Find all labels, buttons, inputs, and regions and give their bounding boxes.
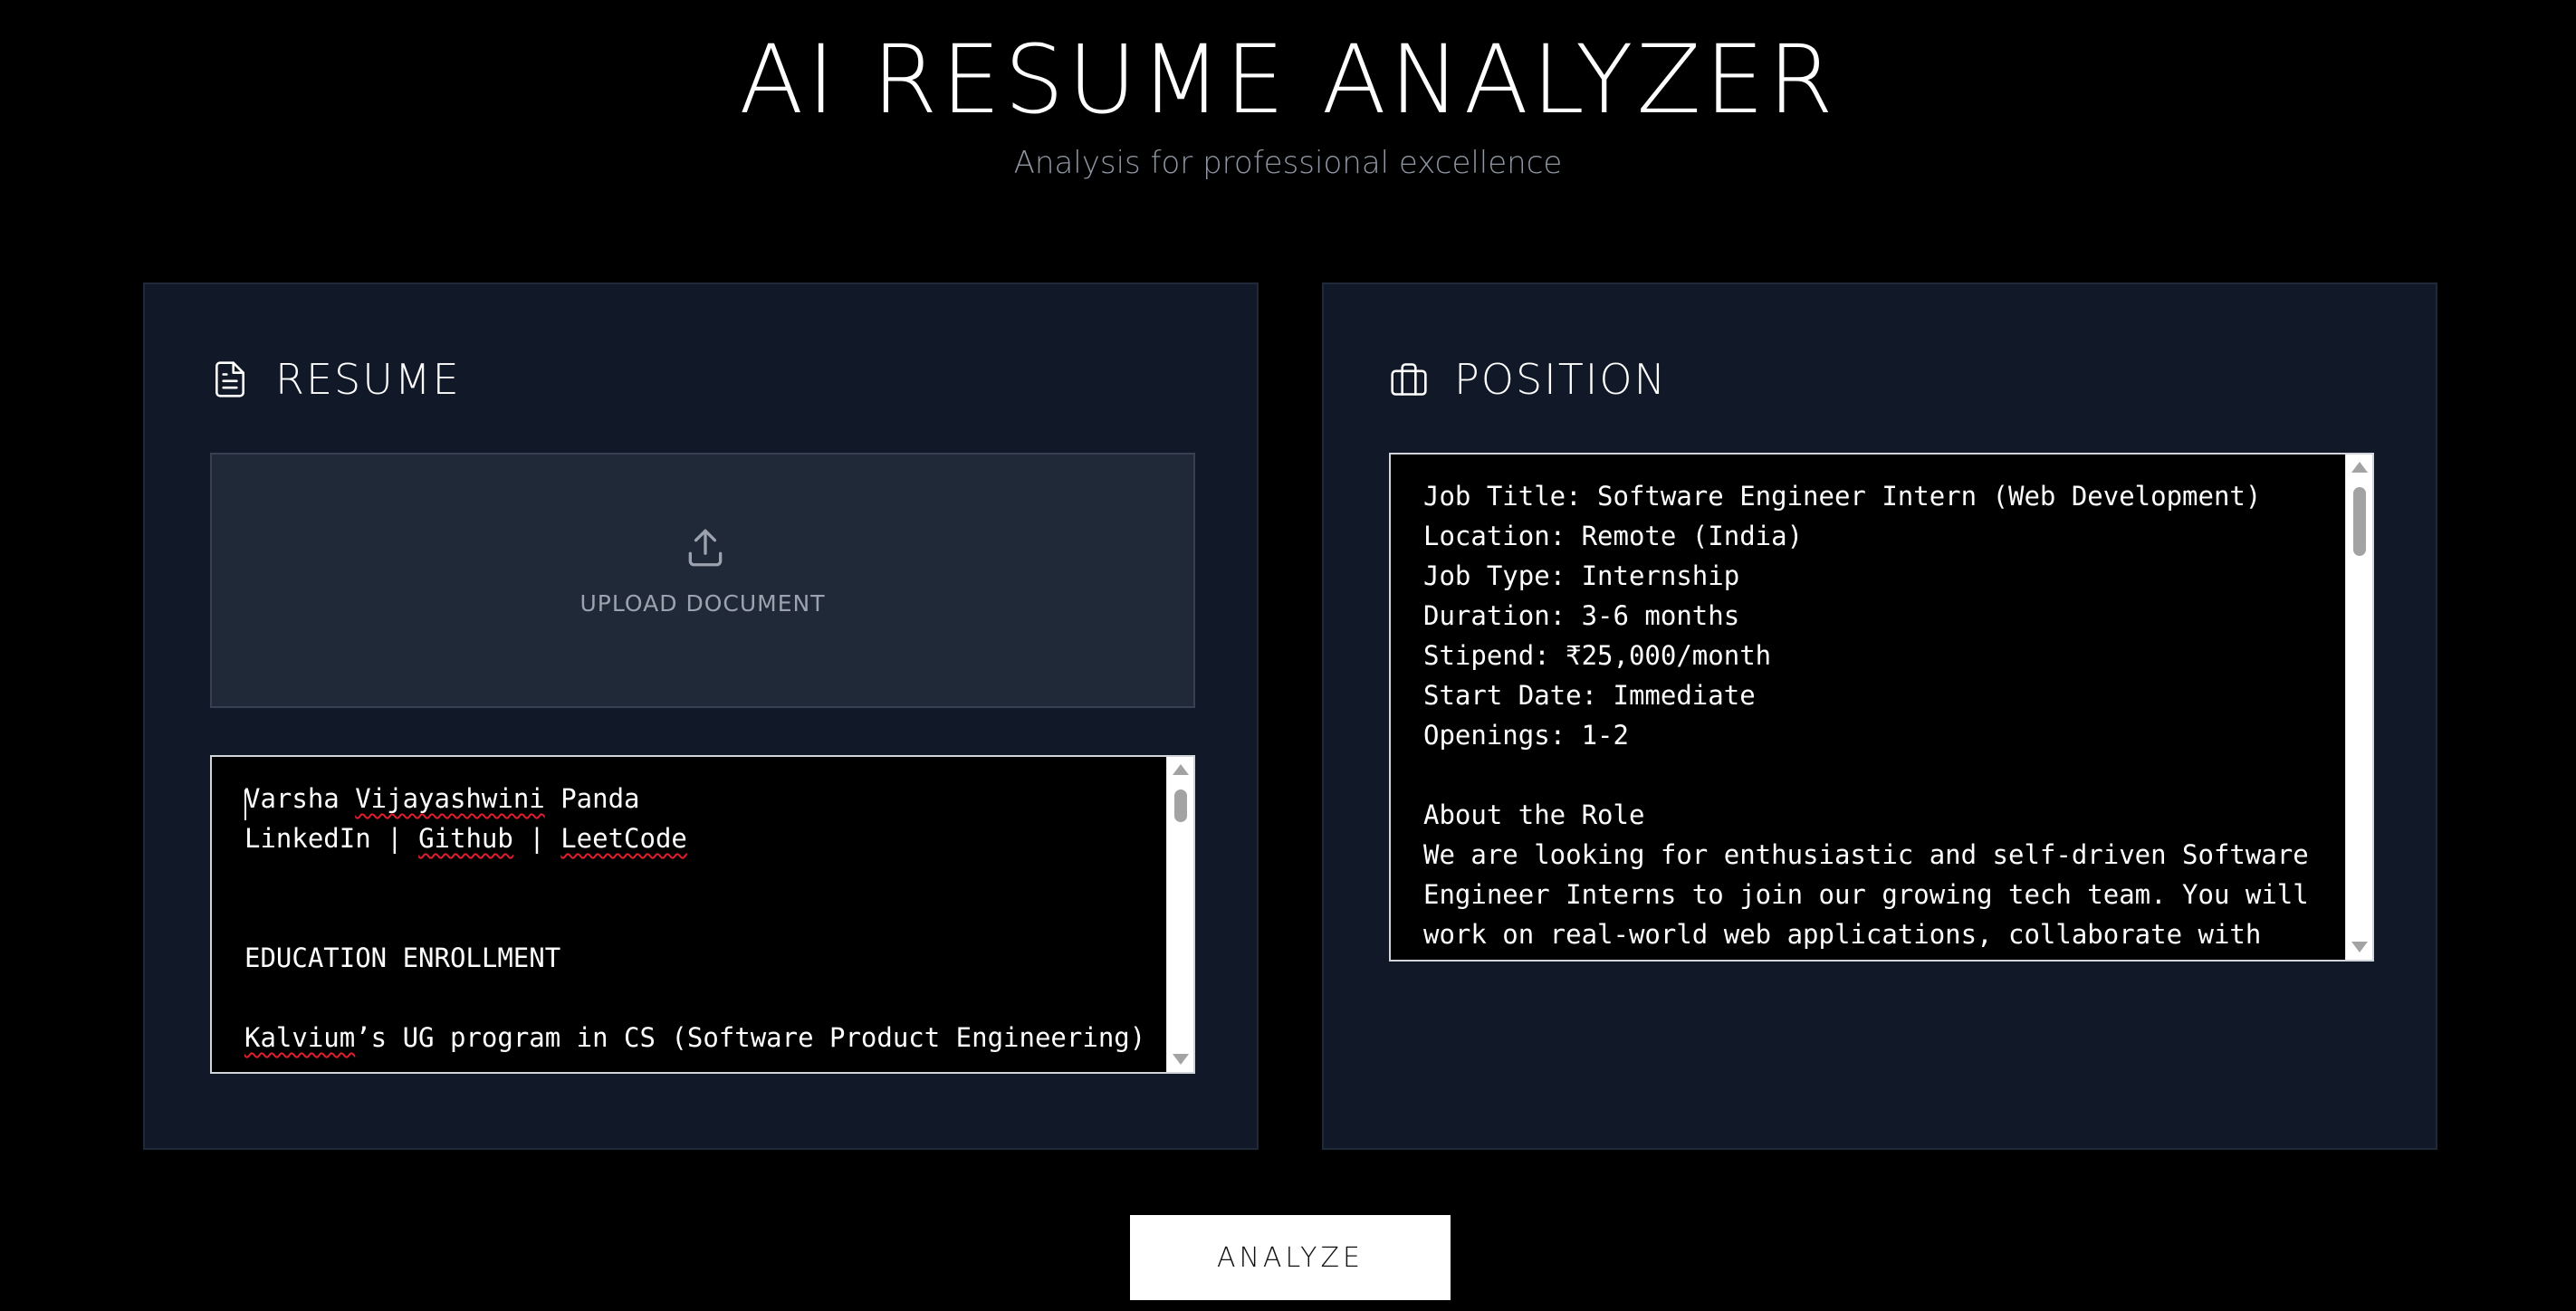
resume-text-segment: | <box>512 823 561 854</box>
scroll-thumb[interactable] <box>1174 789 1187 822</box>
resume-panel-title: RESUME <box>275 355 461 404</box>
resume-textarea[interactable]: Varsha Vijayashwini Panda LinkedIn | Gith… <box>210 755 1195 1074</box>
scroll-up-arrow-icon[interactable] <box>1173 764 1189 775</box>
job-description-line: Job Title: Software Engineer Intern (Web… <box>1423 481 2262 512</box>
scroll-down-arrow-icon[interactable] <box>1173 1054 1189 1065</box>
job-description-line: work on real-world web applications, col… <box>1423 919 2262 950</box>
scroll-thumb[interactable] <box>2353 487 2366 556</box>
job-description-scrollbar[interactable] <box>2345 455 2372 960</box>
app-subtitle: Analysis for professional excellence <box>1013 145 1563 181</box>
scroll-up-arrow-icon[interactable] <box>2351 462 2368 473</box>
resume-scrollbar[interactable] <box>1166 757 1193 1072</box>
job-description-line: We are looking for enthusiastic and self… <box>1423 839 2309 870</box>
resume-text-line <box>244 858 1157 898</box>
resume-text-line <box>244 898 1157 938</box>
briefcase-icon <box>1389 359 1429 399</box>
resume-text-segment: Github <box>418 823 513 854</box>
position-panel-title: POSITION <box>1454 355 1667 404</box>
app-title: AI RESUME ANALYZER <box>739 24 1837 135</box>
resume-text-segment: Kalvium <box>244 1022 356 1053</box>
job-description-line: Job Type: Internship <box>1423 560 1740 591</box>
job-description-line: Duration: 3-6 months <box>1423 600 1740 631</box>
resume-text-segment: Varsha <box>244 783 356 814</box>
job-description-textarea[interactable]: Job Title: Software Engineer Intern (Web… <box>1389 453 2374 962</box>
document-icon <box>210 359 250 399</box>
upload-icon <box>683 525 728 570</box>
job-description-text-content: Job Title: Software Engineer Intern (Web… <box>1423 476 2336 954</box>
resume-panel-header: RESUME <box>210 348 461 411</box>
resume-text-line: EDUCATION ENROLLMENT <box>244 938 1157 978</box>
resume-text-line: Kalvium’s UG program in CS (Software Pro… <box>244 1018 1157 1057</box>
position-panel: POSITION Job Title: Software Engineer In… <box>1322 282 2437 1150</box>
resume-text-line <box>244 978 1157 1018</box>
position-panel-header: POSITION <box>1389 348 1667 411</box>
resume-text-segment: LinkedIn | <box>244 823 419 854</box>
upload-document-dropzone[interactable]: UPLOAD DOCUMENT <box>210 453 1195 708</box>
job-description-line: About the Role <box>1423 799 1645 830</box>
job-description-line: Start Date: Immediate <box>1423 680 1756 711</box>
scroll-down-arrow-icon[interactable] <box>2351 942 2368 952</box>
job-description-line: Engineer Interns to join our growing tec… <box>1423 879 2309 910</box>
resume-text-content: Varsha Vijayashwini Panda LinkedIn | Gith… <box>244 779 1157 1057</box>
resume-text-line: Varsha Vijayashwini Panda <box>244 779 1157 818</box>
upload-document-label: UPLOAD DOCUMENT <box>579 590 826 617</box>
text-cursor <box>244 789 246 820</box>
resume-text-segment: Panda <box>544 783 640 814</box>
resume-text-segment: LeetCode <box>560 823 687 854</box>
resume-panel: RESUME UPLOAD DOCUMENT Varsha Vijayashwi… <box>143 282 1259 1150</box>
job-description-line: Stipend: ₹25,000/month <box>1423 640 1772 671</box>
job-description-line: Openings: 1-2 <box>1423 720 1629 751</box>
resume-text-segment: EDUCATION ENROLLMENT <box>244 943 561 973</box>
analyze-button[interactable]: ANALYZE <box>1130 1215 1451 1300</box>
job-description-line <box>1423 755 2336 795</box>
resume-text-line: LinkedIn | Github | LeetCode <box>244 818 1157 858</box>
job-description-line: Location: Remote (India) <box>1423 521 1804 551</box>
resume-text-segment: ’s UG program in CS (Software Product En… <box>355 1022 1146 1053</box>
resume-text-segment: Vijayashwini <box>355 783 545 814</box>
